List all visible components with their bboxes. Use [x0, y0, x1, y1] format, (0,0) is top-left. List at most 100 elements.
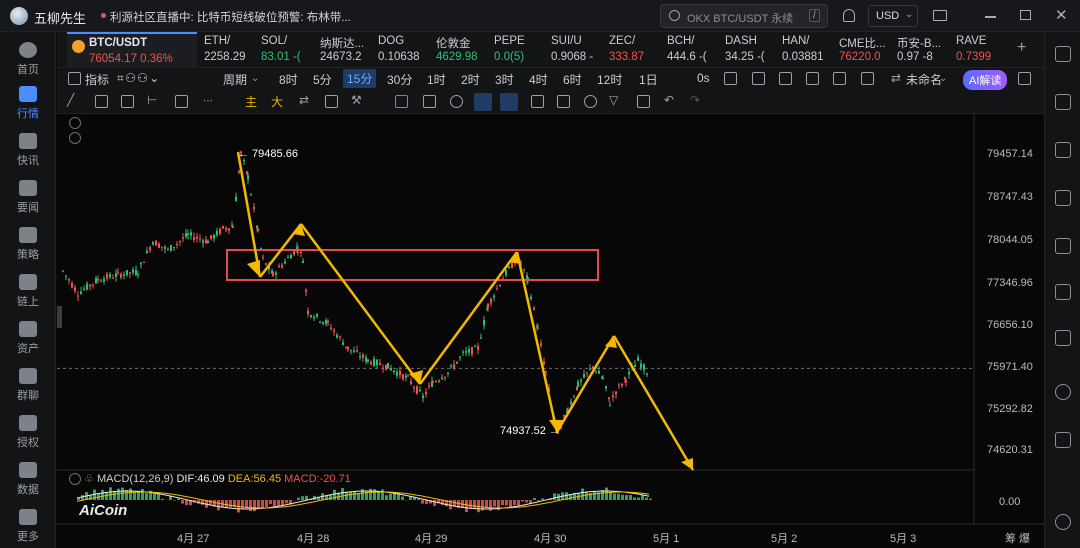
interval-1h[interactable]: 1时 [427, 71, 446, 88]
indicator-template-icon[interactable]: ⌗ ⚇ ⚇ ⌄ [117, 71, 159, 86]
depth-icon[interactable] [1055, 190, 1071, 206]
grid-layout-icon[interactable] [68, 72, 81, 85]
layout-chevron-icon[interactable]: ⌄ [939, 73, 947, 84]
eye-icon[interactable] [557, 95, 570, 108]
bell-icon[interactable] [843, 9, 855, 22]
ticker-pepe[interactable]: PEPE 0.0(5) [494, 32, 538, 68]
macd-collapse-icon[interactable] [69, 473, 81, 486]
interval-30m[interactable]: 30分 [387, 71, 412, 88]
expand-down-icon[interactable] [69, 132, 81, 144]
close-icon[interactable]: ✕ [1055, 6, 1068, 24]
ruler-icon[interactable] [423, 95, 436, 108]
collapse-handle[interactable] [57, 306, 62, 328]
etf-icon[interactable] [1055, 284, 1071, 300]
restore-icon[interactable] [1020, 10, 1031, 20]
interval-15m[interactable]: 15分 [343, 69, 377, 88]
support-icon[interactable] [1055, 514, 1071, 530]
interval-5m[interactable]: 5分 [313, 71, 332, 88]
ticker-dash[interactable]: DASH 34.25 -( [725, 32, 769, 68]
split-icon[interactable] [861, 72, 874, 85]
nav-flash[interactable]: 快讯 [0, 133, 56, 168]
interval-4h[interactable]: 4时 [529, 71, 548, 88]
interval-3h[interactable]: 3时 [495, 71, 514, 88]
redo-icon[interactable]: ↷ [690, 93, 700, 107]
nav-more[interactable]: 更多 [0, 509, 56, 544]
interval-2h[interactable]: 2时 [461, 71, 480, 88]
macd-bell-icon[interactable]: ♧ [84, 473, 94, 485]
compare-icon[interactable] [779, 72, 792, 85]
layout-name[interactable]: 未命名 [906, 71, 942, 88]
rect-tool-icon[interactable] [175, 95, 188, 108]
currency-select[interactable]: USD ⌄ [868, 5, 918, 27]
bar-stats-icon[interactable] [1055, 238, 1071, 254]
ticker-tab-active[interactable]: BTC/USDT 76054.17 0.36% [67, 32, 197, 68]
news-ticker[interactable]: 利源社区直播中: 比特币短线破位预警: 布林带... [110, 9, 351, 25]
interval-8h[interactable]: 8时 [279, 71, 298, 88]
swap-icon[interactable] [1055, 384, 1071, 400]
ticker-cme[interactable]: CME比... 76220.0 [839, 32, 887, 68]
mail-icon[interactable] [933, 10, 947, 21]
interval-1d[interactable]: 1日 [639, 71, 658, 88]
fullscreen-icon[interactable] [833, 72, 846, 85]
ticker-eth[interactable]: ETH/2258.29 [204, 32, 250, 68]
zoom-icon[interactable] [450, 95, 463, 108]
more-tools-icon[interactable]: ∙∙∙ [203, 93, 213, 107]
ticker-bch[interactable]: BCH/444.6 -( [667, 32, 711, 68]
orderbook-icon[interactable] [1055, 142, 1071, 158]
interval-12h[interactable]: 12时 [597, 71, 622, 88]
drawing-icon[interactable] [752, 72, 765, 85]
filter-icon[interactable]: ▽ [609, 93, 618, 107]
nav-auth[interactable]: 授权 [0, 415, 56, 450]
chart-area[interactable]: ♧ MACD(12,26,9) DIF:46.09 DEA:56.45 MACD… [57, 114, 1044, 548]
camera-icon[interactable] [724, 72, 737, 85]
notes-icon[interactable] [1055, 94, 1071, 110]
nav-home[interactable]: 首页 [0, 42, 56, 77]
ticker-zec[interactable]: ZEC/333.87 [609, 32, 651, 68]
magnet-tool-active-icon[interactable] [500, 93, 518, 111]
duplicate-icon[interactable] [395, 95, 408, 108]
minimize-icon[interactable] [985, 16, 996, 18]
ticker-sol[interactable]: SOL/83.01 -( [261, 32, 309, 68]
copy-tool-icon[interactable] [325, 95, 338, 108]
settings-icon[interactable] [806, 72, 819, 85]
nav-headlines[interactable]: 要闻 [0, 180, 56, 215]
pen-tool-active-icon[interactable] [474, 93, 492, 111]
nav-market[interactable]: 行情 [0, 86, 56, 121]
period-button[interactable]: 周期 [223, 71, 247, 88]
nav-data[interactable]: 数据 [0, 462, 56, 497]
add-tab-icon[interactable]: + [1017, 39, 1026, 57]
bot-icon[interactable] [1055, 330, 1071, 346]
ticker-hana[interactable]: HAN/0.03881 [782, 32, 828, 68]
ticker-gold[interactable]: 伦敦金 4629.98 [436, 32, 482, 68]
ticker-rave[interactable]: RAVE 0.7399 [956, 32, 1002, 68]
ray-tool-icon[interactable]: ⊢ [147, 93, 157, 107]
line-tool-icon[interactable]: ╱ [67, 93, 74, 107]
ticker-binance[interactable]: 币安-B... 0.97 -8 [897, 32, 945, 68]
undo-icon[interactable]: ↶ [664, 93, 674, 107]
expand-up-icon[interactable] [69, 117, 81, 129]
flip-button[interactable]: ⇄ [299, 93, 309, 107]
nav-chat[interactable]: 群聊 [0, 368, 56, 403]
ticker-doge[interactable]: DOG 0.10638 [378, 32, 424, 68]
interval-6h[interactable]: 6时 [563, 71, 582, 88]
layout-arrows-icon[interactable]: ⇄ [891, 71, 901, 85]
main-chart-button[interactable]: 主 [245, 93, 257, 110]
search-input[interactable]: OKX BTC/USDT 永续 / [660, 4, 828, 28]
list-icon[interactable] [1055, 432, 1071, 448]
indicator-button[interactable]: 指标 [85, 71, 109, 88]
period-chevron-icon[interactable]: ⌄ [251, 73, 259, 84]
ai-interpret-button[interactable]: AI解读 [963, 70, 1008, 90]
link-icon[interactable] [584, 95, 597, 108]
wand-tool-icon[interactable]: ⚒ [351, 93, 362, 107]
ticker-sui[interactable]: SUI/U 0.9068 - [551, 32, 595, 68]
ticker-nasdaq[interactable]: 纳斯达... 24673.2 [320, 32, 368, 68]
lock-icon[interactable] [531, 95, 544, 108]
big-order-button[interactable]: 大 [271, 93, 283, 110]
nav-assets[interactable]: 资产 [0, 321, 56, 356]
nav-strategy[interactable]: 策略 [0, 227, 56, 262]
hline-tool-icon[interactable] [95, 95, 108, 108]
nav-onchain[interactable]: 链上 [0, 274, 56, 309]
share-icon[interactable] [1018, 72, 1031, 85]
layout-icon[interactable] [1055, 46, 1071, 62]
channel-tool-icon[interactable] [121, 95, 134, 108]
